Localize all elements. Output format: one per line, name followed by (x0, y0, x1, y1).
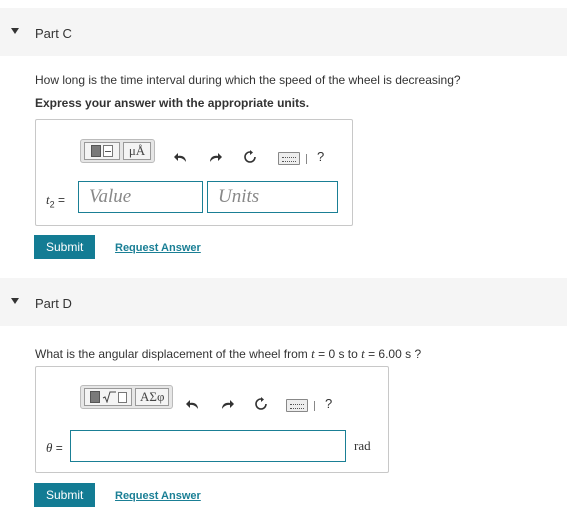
collapse-triangle-icon (11, 298, 19, 304)
t0-text: = 0 s to (314, 347, 362, 361)
collapse-triangle-icon (11, 28, 19, 34)
t2-label: t2 = (46, 192, 65, 209)
value-input[interactable] (78, 181, 203, 213)
part-d-question: What is the angular displacement of the … (35, 346, 421, 362)
redo-icon[interactable] (218, 396, 236, 414)
part-c-question: How long is the time interval during whi… (35, 73, 461, 87)
units-button[interactable]: μÅ (123, 142, 151, 160)
help-button[interactable]: ? (325, 396, 332, 411)
undo-icon[interactable] (184, 396, 202, 414)
box-icon (117, 391, 127, 403)
theta-equals: = (52, 441, 63, 455)
t1-text: = 6.00 s ? (364, 347, 422, 361)
keyboard-icon[interactable] (286, 399, 308, 412)
toolbar-divider (314, 401, 315, 411)
part-d-math-toolbar: ΑΣφ (80, 385, 174, 409)
part-d-question-prefix: What is the angular displacement of the … (35, 347, 312, 361)
part-d-answer-box: ΑΣφ ? θ = rad (35, 366, 389, 473)
part-c-title: Part C (35, 26, 72, 41)
part-d-header[interactable]: Part D (0, 278, 567, 326)
unit-label: rad (354, 438, 371, 453)
part-c-answer-box: μÅ ? t2 = (35, 119, 353, 226)
part-c-instruction: Express your answer with the appropriate… (35, 96, 310, 110)
part-d-request-answer-link[interactable]: Request Answer (115, 490, 201, 502)
toolbar-divider (306, 154, 307, 164)
redo-icon[interactable] (206, 149, 224, 167)
part-d-submit-button[interactable]: Submit (34, 483, 96, 507)
part-c-submit-button[interactable]: Submit (34, 235, 96, 259)
theta-label: θ = (46, 440, 63, 456)
templates-icon (91, 145, 101, 157)
t2-equals: = (54, 193, 65, 207)
part-c-header[interactable]: Part C (0, 8, 567, 56)
part-c-math-toolbar: μÅ (80, 139, 155, 163)
units-input[interactable] (207, 181, 338, 213)
templates-button[interactable] (84, 142, 120, 160)
fraction-icon (103, 145, 113, 157)
reset-icon[interactable] (252, 395, 270, 413)
part-d-title: Part D (35, 296, 72, 311)
templates-button[interactable] (84, 388, 132, 406)
greek-button[interactable]: ΑΣφ (135, 388, 170, 406)
part-c-request-answer-link[interactable]: Request Answer (115, 242, 201, 254)
undo-icon[interactable] (172, 149, 190, 167)
sqrt-icon (102, 391, 116, 404)
angular-displacement-input[interactable] (70, 430, 346, 462)
keyboard-icon[interactable] (278, 152, 300, 165)
reset-icon[interactable] (241, 148, 259, 166)
templates-icon (89, 391, 100, 403)
help-button[interactable]: ? (317, 149, 324, 164)
